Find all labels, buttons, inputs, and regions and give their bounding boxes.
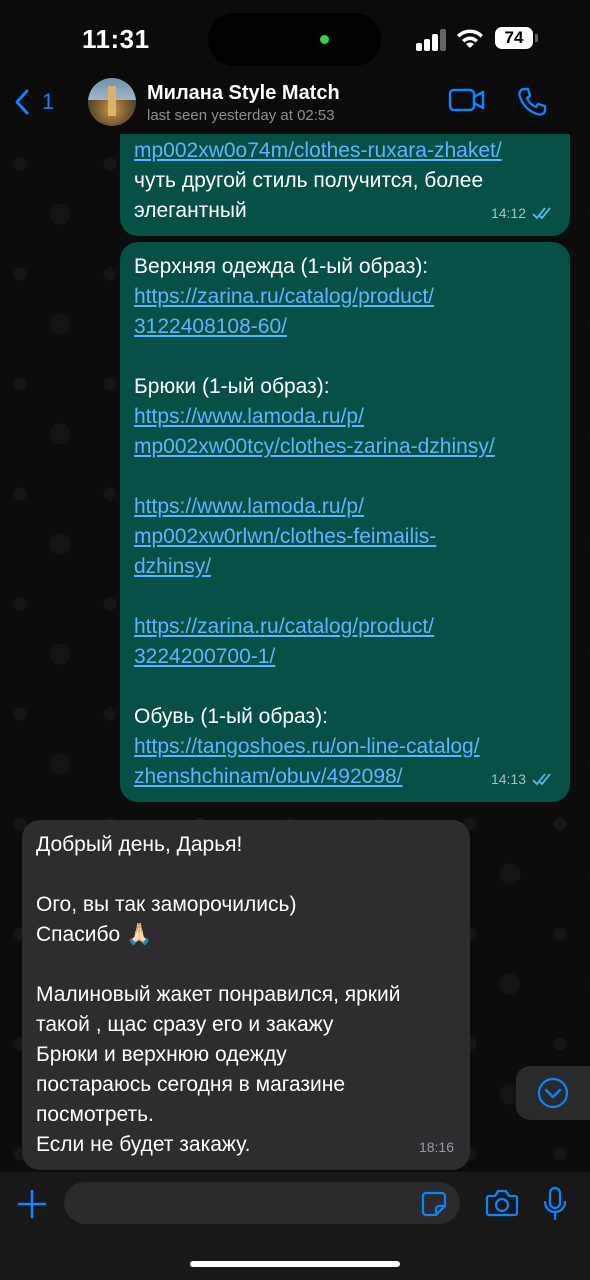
message-text: Верхняя одежда (1-ый образ):	[134, 255, 429, 278]
message-list[interactable]: mp002xw0o74m/clothes-ruxara-zhaket/ чуть…	[0, 134, 590, 1172]
unread-count: 1	[42, 89, 55, 114]
message-meta: 18:16	[419, 1132, 454, 1162]
microphone-icon[interactable]	[542, 1186, 568, 1222]
message-text: Обувь (1-ый образ):	[134, 705, 328, 728]
message-bubble-outgoing[interactable]: Верхняя одежда (1-ый образ): https://zar…	[120, 242, 570, 802]
message-bubble-outgoing[interactable]: mp002xw0o74m/clothes-ruxara-zhaket/ чуть…	[120, 134, 570, 236]
scroll-to-bottom-button[interactable]	[516, 1066, 590, 1120]
message-text: Спасибо 🙏🏻	[36, 923, 153, 946]
message-input[interactable]	[64, 1182, 460, 1224]
video-call-icon[interactable]	[448, 86, 486, 114]
read-receipt-icon	[532, 773, 551, 786]
status-bar: 11:31 74	[0, 0, 590, 78]
message-time: 18:16	[418, 1139, 454, 1155]
message-text: посмотреть.	[36, 1103, 154, 1126]
message-link[interactable]: 3224200700-1/	[134, 642, 556, 672]
message-link[interactable]: dzhinsy/	[134, 552, 556, 582]
message-link[interactable]: https://www.lamoda.ru/p/	[134, 492, 556, 522]
message-link[interactable]: https://zarina.ru/catalog/product/	[134, 612, 556, 642]
message-link[interactable]: https://tangoshoes.ru/on-line-catalog/	[134, 732, 556, 762]
message-text: чуть другой стиль получится, более	[134, 169, 484, 192]
message-link[interactable]: mp002xw0rlwn/clothes-feimailis-	[134, 522, 556, 552]
message-meta: 14:12	[491, 198, 554, 228]
camera-icon[interactable]	[485, 1188, 519, 1218]
phone-icon[interactable]	[516, 86, 548, 118]
message-time: 14:12	[490, 205, 526, 221]
message-text: Добрый день, Дарья!	[36, 833, 243, 856]
message-link[interactable]: https://www.lamoda.ru/p/	[134, 402, 556, 432]
cellular-signal-icon	[416, 29, 448, 51]
dynamic-island	[208, 13, 381, 66]
message-meta: 14:13	[491, 764, 554, 794]
scroll-down-icon	[537, 1077, 569, 1109]
back-button[interactable]: 1	[14, 88, 54, 116]
read-receipt-icon	[532, 207, 551, 220]
home-indicator	[190, 1261, 400, 1267]
message-text: Если не будет закажу.	[36, 1133, 251, 1156]
chat-header: 1 Милана Style Match last seen yesterday…	[0, 78, 590, 134]
battery-icon: 74	[495, 27, 533, 49]
message-link[interactable]: mp002xw0o74m/clothes-ruxara-zhaket/	[134, 136, 556, 166]
battery-tip	[535, 34, 538, 42]
message-link[interactable]: mp002xw00tcy/clothes-zarina-dzhinsy/	[134, 432, 556, 462]
message-text: такой , щас сразу его и закажу	[36, 1013, 334, 1036]
message-time: 14:13	[490, 771, 526, 787]
message-text: Малиновый жакет понравился, яркий	[36, 983, 401, 1006]
message-text: Ого, вы так заморочились)	[36, 893, 297, 916]
last-seen-status: last seen yesterday at 02:53	[147, 107, 335, 124]
message-text: постараюсь сегодня в магазине	[36, 1073, 346, 1096]
status-time: 11:31	[82, 24, 150, 54]
contact-avatar[interactable]	[88, 78, 136, 126]
contact-name[interactable]: Милана Style Match	[147, 82, 340, 105]
wifi-icon	[457, 29, 483, 48]
message-link[interactable]: https://zarina.ru/catalog/product/	[134, 282, 556, 312]
camera-indicator-dot	[320, 35, 329, 44]
message-text: Брюки и верхнюю одежду	[36, 1043, 287, 1066]
message-text: Брюки (1-ый образ):	[134, 375, 330, 398]
message-bubble-incoming[interactable]: Добрый день, Дарья! Ого, вы так заморочи…	[22, 820, 470, 1170]
plus-icon[interactable]	[16, 1188, 48, 1220]
message-link[interactable]: 3122408108-60/	[134, 312, 556, 342]
sticker-icon[interactable]	[420, 1190, 448, 1218]
back-chevron-icon	[15, 89, 29, 115]
